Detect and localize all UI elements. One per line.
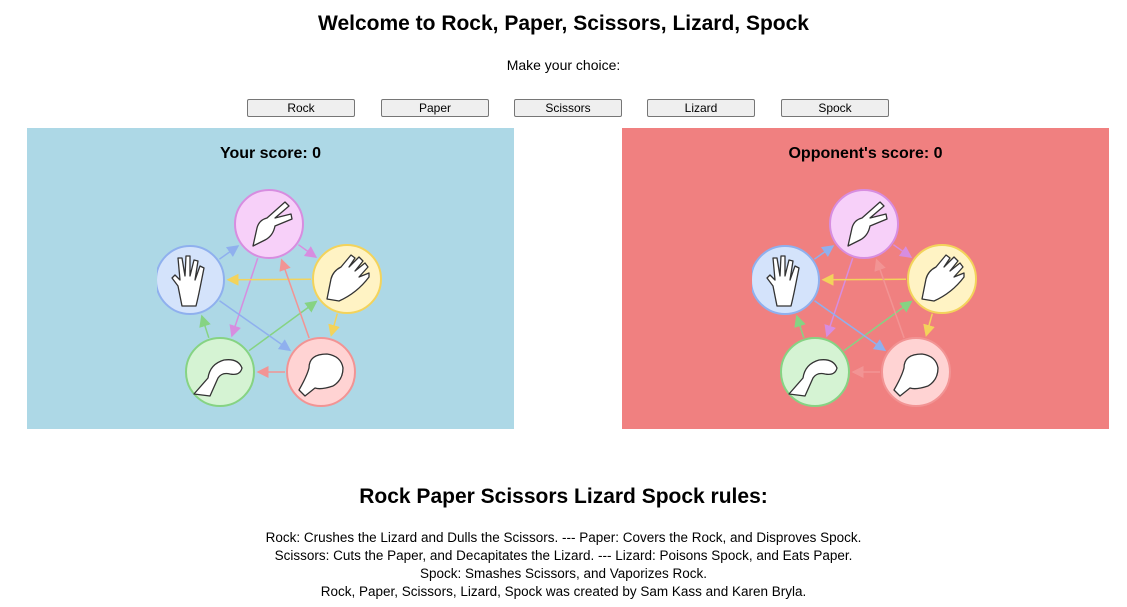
beats-arrow-scissors-paper	[892, 244, 913, 258]
lizard-button[interactable]: Lizard	[647, 99, 755, 117]
beats-arrow-paper-spock	[226, 273, 312, 286]
opponent-rules-diagram	[752, 189, 977, 407]
beats-arrow-spock-scissors	[813, 245, 835, 260]
rules-title: Rock Paper Scissors Lizard Spock rules:	[359, 485, 768, 508]
rock-node	[881, 337, 951, 407]
spock-node	[752, 245, 820, 315]
paper-node	[907, 244, 977, 314]
rules-line-credits: Rock, Paper, Scissors, Lizard, Spock was…	[320, 584, 807, 599]
beats-arrow-rock-scissors	[279, 258, 310, 339]
beats-arrow-lizard-spock	[199, 314, 211, 339]
spock-node	[157, 245, 225, 315]
lizard-node	[780, 337, 850, 407]
scissors-node	[234, 189, 304, 259]
player-panel: Your score: 0	[27, 128, 514, 429]
rules-line-rock-paper: Rock: Crushes the Lizard and Dulls the S…	[265, 530, 862, 545]
beats-arrow-scissors-paper	[297, 244, 318, 258]
beats-arrow-paper-rock	[923, 313, 935, 337]
rules-line-scissors-lizard: Scissors: Cuts the Paper, and Decapitate…	[274, 548, 853, 563]
beats-arrow-paper-rock	[328, 313, 340, 337]
beats-arrow-paper-spock	[821, 273, 907, 286]
beats-arrow-lizard-spock	[794, 314, 806, 339]
opponent-score: Opponent's score: 0	[788, 145, 943, 162]
lizard-node	[185, 337, 255, 407]
beats-arrow-rock-scissors	[874, 258, 905, 339]
choice-prompt: Make your choice:	[506, 57, 621, 73]
scissors-node	[829, 189, 899, 259]
paper-node	[312, 244, 382, 314]
scissors-button[interactable]: Scissors	[514, 99, 622, 117]
rock-node	[286, 337, 356, 407]
beats-arrow-spock-scissors	[218, 245, 240, 260]
page-title: Welcome to Rock, Paper, Scissors, Lizard…	[318, 12, 809, 35]
rock-button[interactable]: Rock	[247, 99, 355, 117]
rules-line-spock: Spock: Smashes Scissors, and Vaporizes R…	[419, 566, 708, 581]
paper-button[interactable]: Paper	[381, 99, 489, 117]
player-rules-diagram	[157, 189, 382, 407]
spock-button[interactable]: Spock	[781, 99, 889, 117]
player-score: Your score: 0	[219, 145, 322, 162]
opponent-panel: Opponent's score: 0	[622, 128, 1109, 429]
